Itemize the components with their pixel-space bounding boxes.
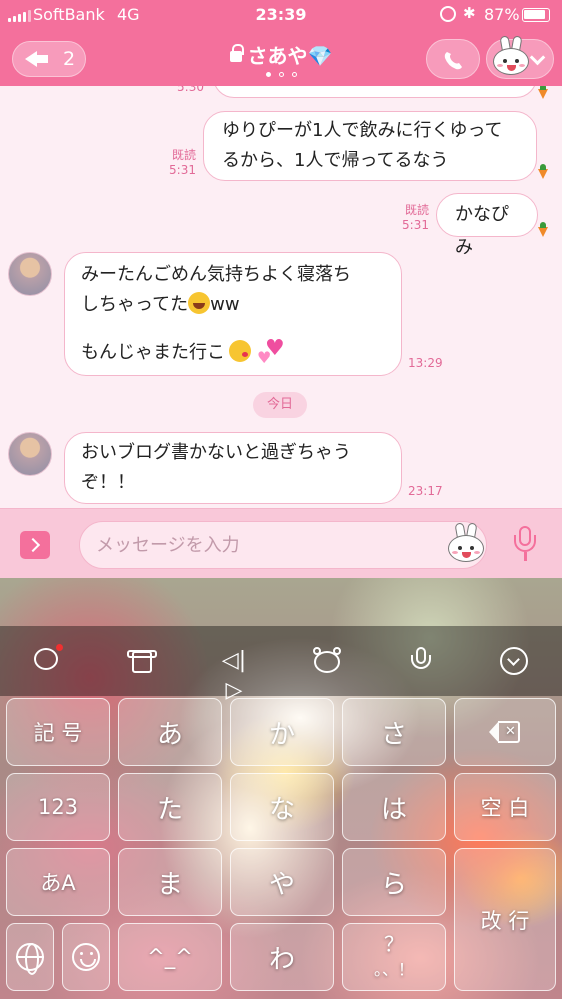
key-input-mode[interactable]: あA <box>6 848 110 916</box>
hide-keyboard-icon[interactable] <box>499 646 529 676</box>
hearts-emoji-icon <box>257 334 285 373</box>
key-sa[interactable]: さ <box>342 698 446 766</box>
rotation-lock-icon <box>440 6 456 22</box>
message-text: もんじゃまた行こ <box>81 342 225 363</box>
page-dot <box>278 72 284 77</box>
laughing-emoji-icon <box>188 292 211 314</box>
key-ka[interactable]: か <box>230 698 334 766</box>
microphone-icon[interactable] <box>406 646 436 676</box>
bluetooth-icon: ✱ <box>463 4 476 22</box>
globe-icon <box>16 943 44 975</box>
message-text: かなぴみ <box>455 204 509 258</box>
key-punctuation-bottom: 。、！ <box>373 960 414 979</box>
key-ha[interactable]: は <box>342 773 446 841</box>
message-text: ぞ！！ <box>81 472 135 493</box>
emoji-key[interactable] <box>62 923 110 991</box>
key-numbers[interactable]: 123 <box>6 773 110 841</box>
key-na[interactable]: な <box>230 773 334 841</box>
message-text: ww <box>210 294 240 315</box>
carrot-icon <box>538 222 548 237</box>
voice-message-button[interactable] <box>514 526 536 564</box>
page-dot <box>291 72 297 77</box>
message-text: しちゃってた <box>81 294 189 315</box>
phone-icon <box>444 52 462 70</box>
carrot-icon <box>538 164 548 179</box>
read-receipt: 既読 5:31 <box>402 203 429 232</box>
backspace-icon: ✕ <box>489 721 521 743</box>
message-text: るから、1人で帰ってるなう <box>222 150 449 171</box>
message-bubble-sent[interactable]: かなぴみ <box>436 193 538 258</box>
message-text: おいブログ書かないと過ぎちゃう <box>81 442 351 463</box>
globe-key[interactable] <box>6 923 54 991</box>
message-input[interactable] <box>79 521 487 569</box>
call-button[interactable] <box>426 39 480 79</box>
status-bar: SoftBank 4G 23:39 ✱ 87% <box>0 0 562 30</box>
carrot-icon <box>538 86 548 99</box>
key-ta[interactable]: た <box>118 773 222 841</box>
smiley-icon <box>72 943 100 971</box>
key-punctuation-top: ？ <box>384 932 404 956</box>
page-dot <box>265 72 271 77</box>
key-ya[interactable]: や <box>230 848 334 916</box>
contact-avatar[interactable] <box>8 252 52 296</box>
message-text: ゆりぴーが1人で飲みに行くゆって <box>222 120 503 141</box>
bear-face-icon[interactable] <box>312 646 342 676</box>
key-face[interactable]: ^_^ <box>118 923 222 991</box>
date-separator: 今日 <box>253 392 307 418</box>
shirt-icon[interactable] <box>127 646 157 676</box>
lock-icon <box>229 44 244 62</box>
message-time: 23:17 <box>408 484 443 498</box>
message-bubble-received[interactable]: みーたんごめん気持ちよく寝落ち しちゃってた ww もんじゃまた行こ <box>64 252 402 376</box>
message-time: 5:30 <box>177 86 204 94</box>
keyboard: ◁|▷ 記 号 あ か さ ✕ 123 た な は 空 白 あA ま や ら 改… <box>0 578 562 999</box>
contact-avatar[interactable] <box>8 432 52 476</box>
message-bubble-sent[interactable]: ゆりぴーが1人で飲みに行くゆって るから、1人で帰ってるなう <box>203 111 537 181</box>
kiss-emoji-icon <box>229 340 251 362</box>
key-punctuation[interactable]: ？ 。、！ <box>342 923 446 991</box>
key-ma[interactable]: ま <box>118 848 222 916</box>
chat-area[interactable]: 5:30 ゆりぴーが1人で飲みに行くゆって るから、1人で帰ってるなう 既読 5:… <box>0 86 562 508</box>
cursor-move-icon[interactable]: ◁|▷ <box>219 646 249 703</box>
clock: 23:39 <box>255 5 307 24</box>
rabbit-sticker-icon <box>491 35 531 76</box>
space-key[interactable]: 空 白 <box>454 773 556 841</box>
key-ra[interactable]: ら <box>342 848 446 916</box>
message-time: 13:29 <box>408 356 443 370</box>
chat-bubble-icon[interactable] <box>32 644 63 676</box>
key-wa[interactable]: わ <box>230 923 334 991</box>
read-receipt: 既読 5:31 <box>169 148 196 177</box>
chat-header: 2 さあや💎 <box>0 30 562 86</box>
battery-icon <box>522 8 550 22</box>
message-text: みーたんごめん気持ちよく寝落ち <box>81 264 351 285</box>
enter-key[interactable]: 改 行 <box>454 848 556 991</box>
key-a[interactable]: あ <box>118 698 222 766</box>
key-symbols[interactable]: 記 号 <box>6 698 110 766</box>
delete-key[interactable]: ✕ <box>454 698 556 766</box>
expand-menu-button[interactable] <box>20 531 50 559</box>
sticker-button[interactable] <box>446 522 486 563</box>
chevron-down-icon <box>529 49 546 66</box>
keyboard-toolbar: ◁|▷ <box>0 626 562 703</box>
message-input-bar <box>0 508 562 578</box>
menu-button[interactable] <box>486 35 554 79</box>
message-bubble-partial[interactable] <box>213 86 537 98</box>
contact-name: さあや💎 <box>247 44 333 68</box>
battery-percent: 87% <box>484 5 520 24</box>
message-bubble-received[interactable]: おいブログ書かないと過ぎちゃう ぞ！！ <box>64 432 402 504</box>
